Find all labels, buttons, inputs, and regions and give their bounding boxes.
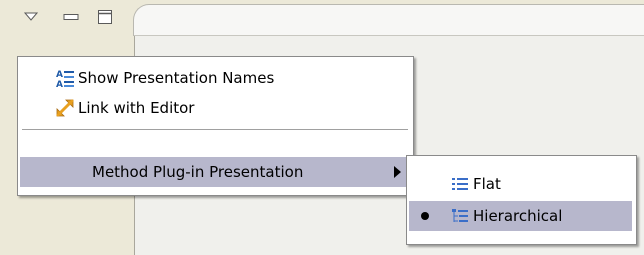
- view-menu-icon[interactable]: [22, 8, 40, 26]
- menu-item-label: Method Plug-in Presentation: [92, 163, 304, 181]
- menu-item-show-presentation-names[interactable]: A A Show Presentation Names: [54, 63, 274, 93]
- submenu-item-label: Hierarchical: [473, 207, 563, 225]
- menu-item-label: Show Presentation Names: [78, 69, 275, 87]
- svg-text:A: A: [56, 80, 63, 88]
- menu-item-method-plugin-presentation[interactable]: Method Plug-in Presentation: [20, 157, 409, 187]
- maximize-icon[interactable]: [96, 8, 114, 26]
- submenu-item-hierarchical[interactable]: Hierarchical: [409, 201, 632, 231]
- svg-text:A: A: [56, 70, 63, 80]
- presentation-names-icon: A A: [54, 67, 76, 89]
- menu-item-label: Link with Editor: [78, 99, 195, 117]
- eclipse-view-stage: A A Show Presentation Names Link with Ed…: [0, 0, 644, 255]
- radio-selected-icon: [421, 212, 429, 220]
- minimize-icon[interactable]: [62, 8, 80, 26]
- flat-list-icon: [449, 173, 471, 195]
- submenu-arrow-icon: [394, 166, 401, 178]
- hierarchical-tree-icon: [449, 205, 471, 227]
- menu-item-link-with-editor[interactable]: Link with Editor: [54, 93, 194, 123]
- link-arrows-icon: [54, 97, 76, 119]
- menu-separator: [22, 129, 408, 131]
- submenu-item-label: Flat: [473, 175, 501, 193]
- submenu-item-flat[interactable]: Flat: [409, 169, 632, 199]
- presentation-submenu: Flat Hierarchical: [406, 155, 637, 245]
- view-context-menu: A A Show Presentation Names Link with Ed…: [17, 56, 414, 196]
